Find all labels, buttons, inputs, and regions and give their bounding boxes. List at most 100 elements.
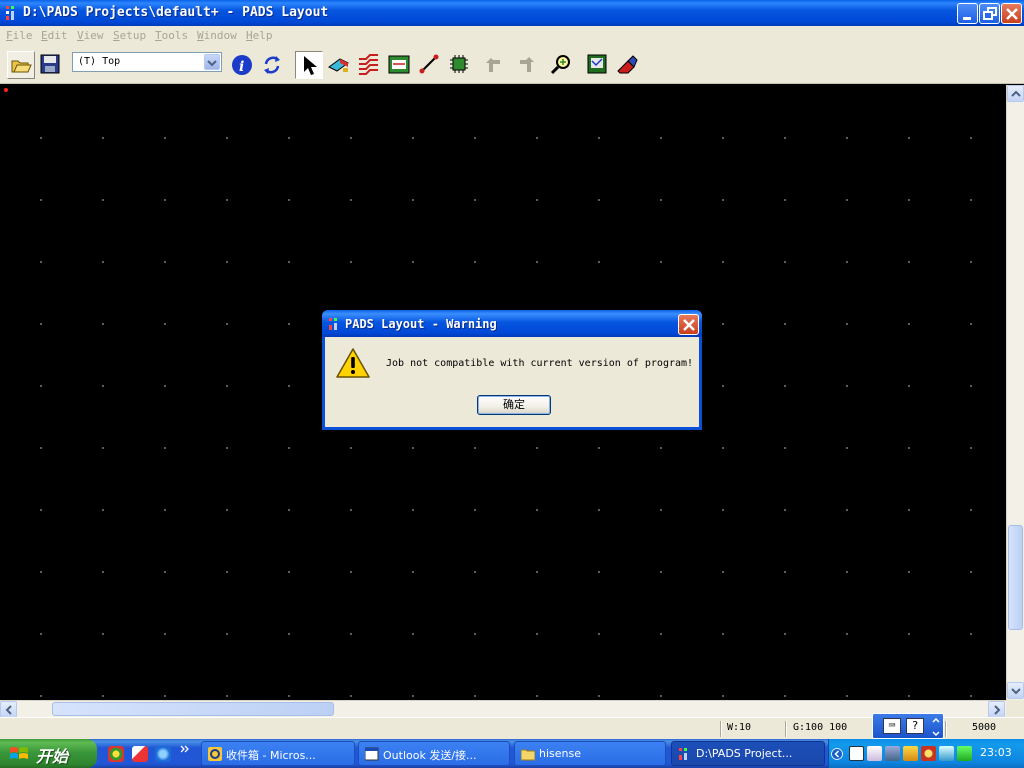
- dialog-title-bar: PADS Layout - Warning: [322, 310, 702, 337]
- info-icon: i: [232, 55, 252, 75]
- close-icon: [1006, 8, 1018, 20]
- vertical-scroll-thumb[interactable]: [1008, 525, 1023, 630]
- taskbar-item-label: hisense: [539, 747, 581, 760]
- dialog-message: Job not compatible with current version …: [386, 358, 694, 369]
- warning-dialog: PADS Layout - Warning Job not compatible…: [322, 310, 702, 430]
- qq-icon[interactable]: [939, 746, 954, 761]
- help-icon[interactable]: ?: [906, 718, 924, 734]
- scrollbar-corner: [1006, 700, 1024, 717]
- info-button[interactable]: i: [229, 51, 257, 79]
- layer-dropdown[interactable]: (T) Top: [72, 52, 222, 72]
- taskbar-item-pads-layout[interactable]: D:\PADS Project...: [671, 741, 825, 766]
- arrow-down-icon: [1011, 688, 1021, 695]
- internet-explorer-launcher-icon[interactable]: [155, 746, 171, 762]
- taskbar-item-label: D:\PADS Project...: [696, 747, 793, 760]
- open-button[interactable]: [7, 51, 35, 79]
- board-button[interactable]: [584, 51, 612, 79]
- horizontal-scrollbar[interactable]: [0, 700, 1006, 718]
- component-button[interactable]: [446, 51, 474, 79]
- start-label: 开始: [36, 747, 69, 766]
- dimensioning-toolbar-icon: [388, 55, 410, 74]
- close-icon: [683, 319, 695, 331]
- warning-icon: [336, 348, 370, 378]
- outlook-icon: [208, 747, 222, 761]
- status-separator: [785, 721, 787, 737]
- eraser-icon: [617, 55, 638, 74]
- origin-marker: [4, 88, 8, 92]
- vertical-scrollbar[interactable]: [1006, 85, 1024, 700]
- start-button[interactable]: 开始: [0, 739, 97, 768]
- title-bar: D:\PADS Projects\default+ - PADS Layout: [0, 0, 1024, 26]
- acrobat-launcher-icon[interactable]: [132, 746, 148, 762]
- antivirus-icon[interactable]: [921, 746, 936, 761]
- system-tray: 23:03: [828, 739, 1024, 768]
- refresh-button[interactable]: [259, 51, 287, 79]
- ok-button[interactable]: 确定: [477, 395, 551, 415]
- keyboard-icon[interactable]: ⌨: [883, 718, 901, 734]
- scroll-down-button[interactable]: [1007, 682, 1024, 699]
- dialog-title: PADS Layout - Warning: [345, 317, 497, 331]
- redo-button[interactable]: [512, 51, 540, 79]
- status-coordinate: 5000: [972, 722, 997, 733]
- dialog-close-button[interactable]: [678, 314, 699, 335]
- route-button[interactable]: [416, 51, 444, 79]
- status-separator: [945, 721, 947, 737]
- show-hidden-icons-button[interactable]: [831, 747, 843, 761]
- menu-help[interactable]: Help: [246, 29, 273, 42]
- zoom-button[interactable]: [548, 51, 576, 79]
- svg-text:i: i: [239, 59, 244, 75]
- taskbar-item-outlook-sync[interactable]: Outlook 发送/接...: [358, 741, 510, 766]
- mail-icon[interactable]: [867, 746, 882, 761]
- minimize-button[interactable]: [957, 3, 978, 24]
- security-icon[interactable]: [903, 746, 918, 761]
- taskbar-item-hisense-folder[interactable]: hisense: [514, 741, 666, 766]
- layer-dropdown-value: (T) Top: [78, 56, 121, 67]
- save-button[interactable]: [37, 51, 65, 79]
- chrome-launcher-icon[interactable]: [108, 746, 124, 762]
- language-bar-options-icon[interactable]: [931, 717, 941, 737]
- printer-icon[interactable]: [885, 746, 900, 761]
- pads-app-icon: [6, 6, 14, 20]
- language-bar[interactable]: ⌨ ?: [872, 713, 944, 739]
- close-window-button[interactable]: [1001, 3, 1022, 24]
- undo-button[interactable]: [482, 51, 510, 79]
- design-toolbar-icon: [359, 54, 378, 75]
- scroll-right-button[interactable]: [988, 701, 1005, 718]
- dimensioning-toolbar-button[interactable]: [386, 51, 414, 79]
- menu-edit[interactable]: Edit: [41, 29, 68, 42]
- restore-button[interactable]: [979, 3, 1000, 24]
- taskbar-item-label: 收件箱 - Micros...: [226, 749, 316, 762]
- horizontal-scroll-thumb[interactable]: [52, 702, 334, 716]
- volume-icon[interactable]: [957, 746, 972, 761]
- scroll-left-button[interactable]: [0, 701, 17, 718]
- status-grid: G:100 100: [793, 722, 848, 733]
- scroll-up-button[interactable]: [1007, 85, 1024, 102]
- drafting-toolbar-icon: [328, 58, 349, 72]
- menu-file[interactable]: File: [6, 29, 33, 42]
- refresh-icon: [264, 56, 280, 74]
- select-arrow-icon: [304, 56, 317, 75]
- undo-icon: [486, 58, 500, 72]
- save-icon: [40, 54, 60, 74]
- design-toolbar-button[interactable]: [356, 51, 384, 79]
- select-mode-button[interactable]: [295, 51, 323, 79]
- menu-window[interactable]: Window: [197, 29, 237, 42]
- board-icon: [587, 54, 607, 74]
- taskbar-item-inbox[interactable]: 收件箱 - Micros...: [201, 741, 355, 766]
- status-bar: W:10 G:100 100 5000: [0, 717, 1024, 739]
- component-icon: [450, 55, 468, 73]
- menu-setup[interactable]: Setup: [113, 29, 146, 42]
- network-icon[interactable]: [849, 746, 864, 761]
- quick-launch-more-icon[interactable]: [180, 744, 190, 754]
- menu-view[interactable]: View: [77, 29, 104, 42]
- windows-logo-icon: [10, 747, 28, 759]
- sync-window-icon: [365, 747, 379, 761]
- arrow-up-icon: [1011, 90, 1021, 97]
- restore-icon: [983, 7, 997, 20]
- taskbar-item-label: Outlook 发送/接...: [383, 749, 477, 762]
- menu-tools[interactable]: Tools: [155, 29, 188, 42]
- eraser-button[interactable]: [614, 51, 642, 79]
- drafting-toolbar-button[interactable]: [326, 51, 354, 79]
- arrow-right-icon: [994, 705, 1001, 715]
- dropdown-arrow-button[interactable]: [204, 54, 220, 70]
